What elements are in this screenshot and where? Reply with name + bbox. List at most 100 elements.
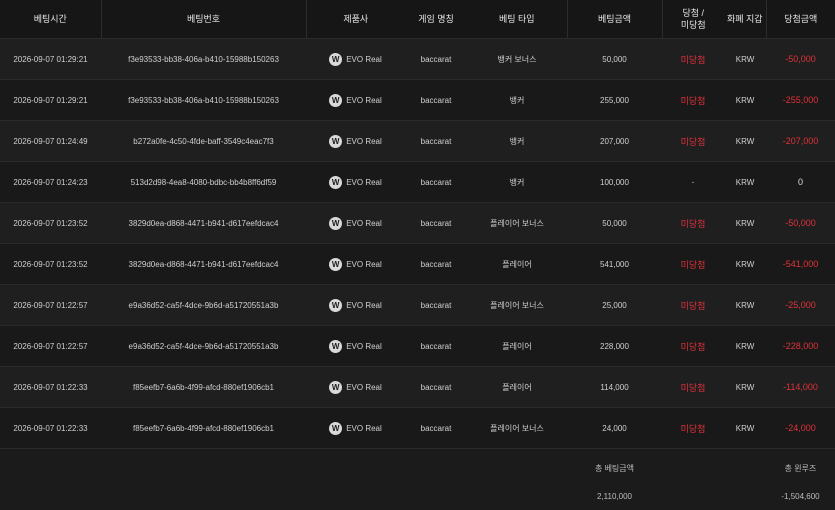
currency-cell: KRW [724,162,766,203]
bet-type-cell: 플레이어 보너스 [467,203,567,244]
footer-spacer [0,482,567,510]
table-row[interactable]: 2026-09-07 01:22:57e9a36d52-ca5f-4dce-9b… [0,326,835,367]
provider-label: EVO Real [346,260,382,269]
bet-id-cell: f85eefb7-6a6b-4f99-afcd-880ef1906cb1 [101,367,306,408]
status-cell: 미당첨 [662,367,724,408]
bet-id-cell: e9a36d52-ca5f-4dce-9b6d-a51720551a3b [101,326,306,367]
currency-cell: KRW [724,244,766,285]
game-name-cell: baccarat [405,80,467,121]
bet-time-cell: 2026-09-07 01:22:57 [0,285,101,326]
header-win-amount: 당첨금액 [766,0,835,39]
footer-spacer [0,449,567,483]
win-amount-cell: -114,000 [766,367,835,408]
footer-spacer-mid [662,449,766,483]
bet-time-cell: 2026-09-07 01:22:57 [0,326,101,367]
provider-label: EVO Real [346,137,382,146]
bet-type-cell: 뱅커 [467,121,567,162]
bet-id-cell: f3e93533-bb38-406a-b410-15988b150263 [101,80,306,121]
bet-amount-cell: 255,000 [567,80,662,121]
provider-label: EVO Real [346,383,382,392]
bet-time-cell: 2026-09-07 01:29:21 [0,80,101,121]
status-cell: 미당첨 [662,326,724,367]
win-amount-cell: -207,000 [766,121,835,162]
evo-logo-icon: W [329,381,342,394]
header-status-line1: 당첨 / [682,8,704,18]
total-winloss-label: 총 윈루즈 [766,449,835,483]
table-row[interactable]: 2026-09-07 01:29:21f3e93533-bb38-406a-b4… [0,80,835,121]
bet-type-cell: 플레이어 보너스 [467,285,567,326]
evo-logo-icon: W [329,258,342,271]
bet-amount-cell: 541,000 [567,244,662,285]
total-winloss-value: -1,504,600 [766,482,835,510]
bet-type-cell: 뱅커 보너스 [467,39,567,80]
bet-time-cell: 2026-09-07 01:22:33 [0,367,101,408]
header-bet-amount: 베팅금액 [567,0,662,39]
game-name-cell: baccarat [405,367,467,408]
status-cell: 미당첨 [662,80,724,121]
status-cell: - [662,162,724,203]
table-row[interactable]: 2026-09-07 01:23:523829d0ea-d868-4471-b9… [0,203,835,244]
bet-amount-cell: 100,000 [567,162,662,203]
currency-cell: KRW [724,80,766,121]
win-amount-cell: 0 [766,162,835,203]
header-currency: 화폐 지갑 [724,0,766,39]
table-row[interactable]: 2026-09-07 01:24:49b272a0fe-4c50-4fde-ba… [0,121,835,162]
bet-id-cell: f3e93533-bb38-406a-b410-15988b150263 [101,39,306,80]
win-amount-cell: -541,000 [766,244,835,285]
table-row[interactable]: 2026-09-07 01:23:523829d0ea-d868-4471-b9… [0,244,835,285]
game-name-cell: baccarat [405,203,467,244]
table-header-row: 베팅시간 베팅번호 제품사 게임 명칭 베팅 타입 베팅금액 당첨 / 미당첨 … [0,0,835,39]
provider-cell: WEVO Real [306,326,405,367]
win-amount-cell: -24,000 [766,408,835,449]
win-amount-cell: -228,000 [766,326,835,367]
table-footer: 총 베팅금액 총 윈루즈 2,110,000 -1,504,600 [0,449,835,510]
bet-history-table: 베팅시간 베팅번호 제품사 게임 명칭 베팅 타입 베팅금액 당첨 / 미당첨 … [0,0,835,510]
game-name-cell: baccarat [405,326,467,367]
table-row[interactable]: 2026-09-07 01:22:57e9a36d52-ca5f-4dce-9b… [0,285,835,326]
bet-time-cell: 2026-09-07 01:24:23 [0,162,101,203]
currency-cell: KRW [724,285,766,326]
provider-label: EVO Real [346,424,382,433]
table-row[interactable]: 2026-09-07 01:24:23513d2d98-4ea8-4080-bd… [0,162,835,203]
provider-label: EVO Real [346,96,382,105]
status-cell: 미당첨 [662,408,724,449]
provider-cell: W EVO Real [306,367,405,408]
win-amount-cell: -25,000 [766,285,835,326]
provider-cell: W EVO Real [306,162,405,203]
bet-amount-cell: 24,000 [567,408,662,449]
provider-cell: WEVO Real [306,39,405,80]
bet-type-cell: 뱅커 [467,162,567,203]
game-name-cell: baccarat [405,285,467,326]
status-cell: 미당첨 [662,285,724,326]
header-provider: 제품사 [306,0,405,39]
evo-logo-icon: W [329,299,342,312]
provider-cell: WEVO Real [306,80,405,121]
evo-logo-icon: W [329,176,342,189]
header-game-name: 게임 명칭 [405,0,467,39]
provider-cell: WEVO Real [306,203,405,244]
currency-cell: KRW [724,203,766,244]
bet-type-cell: 뱅커 [467,80,567,121]
bet-type-cell: 플레이어 [467,326,567,367]
table-row[interactable]: 2026-09-07 01:22:33f85eefb7-6a6b-4f99-af… [0,408,835,449]
provider-label: EVO Real [346,55,382,64]
bet-type-cell: 플레이어 보너스 [467,408,567,449]
provider-label: EVO Real [346,178,382,187]
status-cell: 미당첨 [662,39,724,80]
total-bet-label: 총 베팅금액 [567,449,662,483]
status-cell: 미당첨 [662,121,724,162]
evo-logo-icon: W [329,135,342,148]
table-row[interactable]: 2026-09-07 01:22:33f85eefb7-6a6b-4f99-af… [0,367,835,408]
table-row[interactable]: 2026-09-07 01:29:21f3e93533-bb38-406a-b4… [0,39,835,80]
currency-cell: KRW [724,367,766,408]
bet-amount-cell: 25,000 [567,285,662,326]
win-amount-cell: -255,000 [766,80,835,121]
bet-time-cell: 2026-09-07 01:22:33 [0,408,101,449]
table-body: 2026-09-07 01:29:21f3e93533-bb38-406a-b4… [0,39,835,449]
bet-time-cell: 2026-09-07 01:24:49 [0,121,101,162]
header-status-line2: 미당첨 [681,20,706,30]
provider-label: EVO Real [346,342,382,351]
game-name-cell: baccarat [405,244,467,285]
bet-id-cell: e9a36d52-ca5f-4dce-9b6d-a51720551a3b [101,285,306,326]
game-name-cell: baccarat [405,162,467,203]
